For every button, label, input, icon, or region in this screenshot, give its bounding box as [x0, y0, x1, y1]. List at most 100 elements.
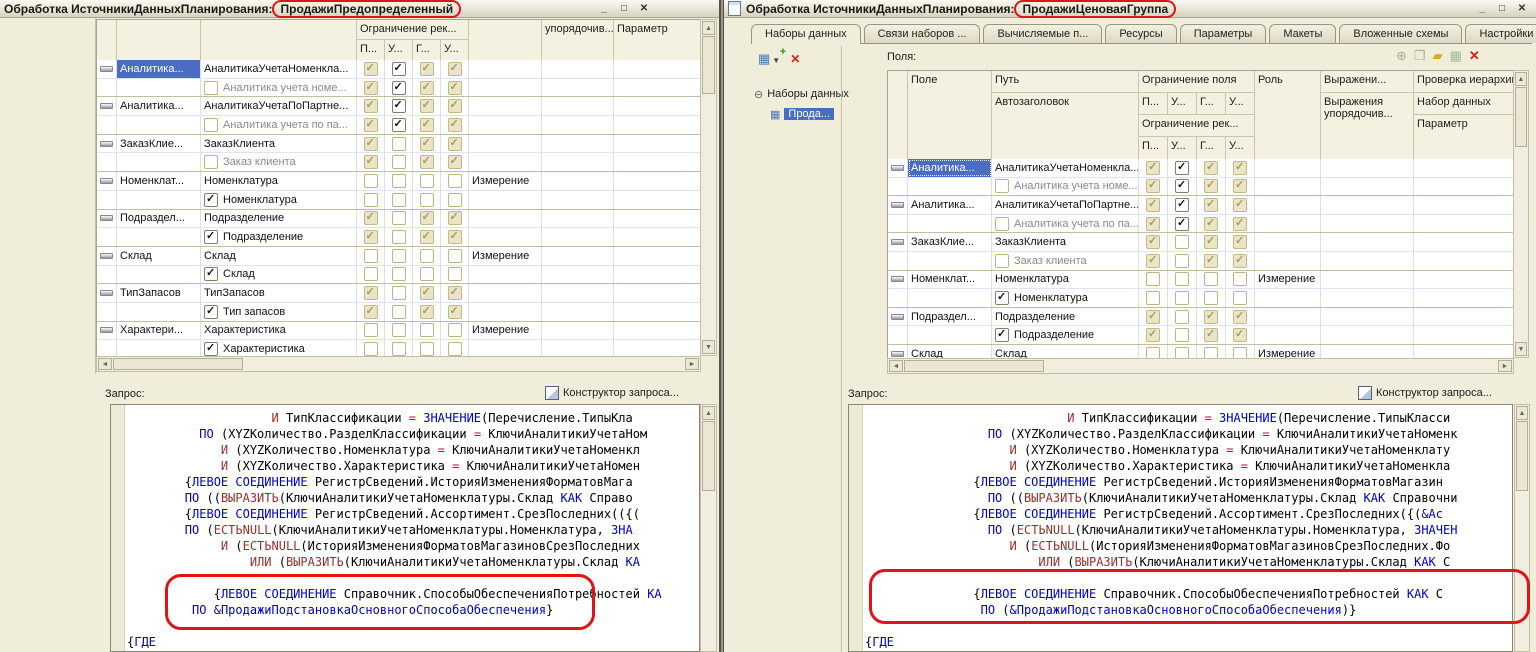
checkbox-unchecked[interactable] — [1233, 291, 1247, 305]
scroll-right-icon[interactable]: ► — [685, 358, 699, 370]
right-query-vscrollbar[interactable]: ▲ — [1514, 404, 1530, 652]
checkbox-unchecked[interactable] — [364, 249, 378, 263]
right-title-bar[interactable]: Обработка ИсточникиДанныхПланирования: П… — [724, 0, 1536, 18]
checkbox-unchecked[interactable] — [448, 323, 462, 337]
row-grip-icon[interactable] — [891, 202, 904, 208]
scroll-thumb[interactable] — [702, 421, 715, 491]
path-cell[interactable]: Подразделение — [992, 308, 1139, 326]
check-cell[interactable] — [441, 266, 469, 284]
check-cell[interactable] — [1197, 289, 1226, 307]
check-cell[interactable] — [413, 191, 441, 209]
checkbox-checked[interactable] — [204, 342, 218, 356]
checkbox-checked-disabled[interactable] — [420, 62, 434, 76]
checkbox-unchecked[interactable] — [1146, 291, 1160, 305]
checkbox-unchecked[interactable] — [364, 267, 378, 281]
check-cell[interactable] — [1197, 159, 1226, 177]
check-cell[interactable] — [1139, 345, 1168, 358]
maximize-button[interactable]: □ — [1494, 2, 1510, 15]
check-cell[interactable] — [357, 340, 385, 356]
checkbox-unchecked[interactable] — [1233, 347, 1247, 358]
checkbox-unchecked[interactable] — [420, 174, 434, 188]
scroll-up-icon[interactable]: ▲ — [702, 406, 715, 420]
checkbox-checked[interactable] — [204, 267, 218, 281]
row-grip-cell[interactable] — [97, 60, 117, 78]
checkbox-checked-disabled[interactable] — [420, 99, 434, 113]
scroll-thumb[interactable] — [1516, 421, 1528, 491]
checkbox-checked-disabled[interactable] — [1146, 235, 1160, 249]
left-query-vscrollbar[interactable]: ▲ — [700, 404, 717, 652]
check-cell[interactable] — [1197, 308, 1226, 326]
check-cell[interactable] — [413, 266, 441, 284]
field-cell[interactable]: Аналитика... — [908, 159, 992, 177]
checkbox-checked[interactable] — [204, 230, 218, 244]
minimize-button[interactable]: _ — [596, 2, 612, 15]
checkbox-checked-disabled[interactable] — [1146, 198, 1160, 212]
table-subrow[interactable]: Склад — [97, 266, 701, 285]
add-field-icon[interactable]: ⊕ — [1396, 49, 1407, 63]
check-cell[interactable] — [1139, 159, 1168, 177]
autotitle-cell[interactable]: Аналитика учета по па... — [992, 215, 1139, 233]
check-cell[interactable] — [385, 97, 413, 115]
checkbox-unchecked[interactable] — [204, 118, 218, 132]
check-cell[interactable] — [413, 303, 441, 321]
row-grip-icon[interactable] — [100, 66, 113, 72]
checkbox-checked[interactable] — [1175, 198, 1189, 212]
checkbox-unchecked[interactable] — [995, 217, 1009, 231]
checkbox-unchecked[interactable] — [1175, 235, 1189, 249]
check-cell[interactable] — [1226, 159, 1255, 177]
check-cell[interactable] — [1139, 196, 1168, 214]
path-cell[interactable]: Склад — [992, 345, 1139, 358]
tab-3[interactable]: Вычисляемые п... — [983, 24, 1102, 43]
check-cell[interactable] — [385, 322, 413, 340]
autotitle-cell[interactable]: Подразделение — [201, 228, 357, 246]
row-grip-cell[interactable] — [97, 97, 117, 115]
add-table-icon[interactable]: ▦ — [1450, 49, 1462, 63]
table-row[interactable]: ЗаказКлие...ЗаказКлиента — [888, 233, 1514, 252]
field-cell[interactable]: Подраздел... — [908, 308, 992, 326]
path-cell[interactable]: АналитикаУчетаНоменкла... — [992, 159, 1139, 177]
collapse-icon[interactable]: ⊖ — [754, 88, 763, 101]
check-cell[interactable] — [1226, 308, 1255, 326]
table-subrow[interactable]: Аналитика учета номе... — [888, 178, 1514, 197]
check-cell[interactable] — [441, 97, 469, 115]
checkbox-unchecked[interactable] — [1175, 272, 1189, 286]
check-cell[interactable] — [413, 153, 441, 171]
checkbox-checked-disabled[interactable] — [420, 81, 434, 95]
close-button[interactable]: ✕ — [1514, 2, 1530, 15]
checkbox-checked-disabled[interactable] — [1146, 310, 1160, 324]
check-cell[interactable] — [1168, 345, 1197, 358]
check-cell[interactable] — [385, 191, 413, 209]
check-cell[interactable] — [1226, 326, 1255, 344]
left-query-builder-link[interactable]: Конструктор запроса... — [545, 386, 679, 400]
scroll-thumb[interactable] — [1515, 87, 1527, 147]
checkbox-unchecked[interactable] — [1175, 328, 1189, 342]
checkbox-unchecked[interactable] — [448, 267, 462, 281]
checkbox-checked-disabled[interactable] — [448, 230, 462, 244]
checkbox-unchecked[interactable] — [1146, 347, 1160, 358]
checkbox-checked-disabled[interactable] — [1233, 217, 1247, 231]
check-cell[interactable] — [1226, 252, 1255, 270]
checkbox-checked-disabled[interactable] — [364, 137, 378, 151]
tab-1[interactable]: Наборы данных — [751, 24, 861, 44]
left-fields-table[interactable]: Аналитика...АналитикаУчетаНоменкла...Ана… — [96, 60, 701, 356]
checkbox-unchecked[interactable] — [448, 174, 462, 188]
delete-dataset-button[interactable]: ✕ — [790, 52, 800, 66]
scroll-left-icon[interactable]: ◄ — [98, 358, 112, 370]
tab-2[interactable]: Связи наборов ... — [864, 24, 981, 43]
checkbox-unchecked[interactable] — [1204, 272, 1218, 286]
check-cell[interactable] — [1226, 289, 1255, 307]
checkbox-unchecked[interactable] — [392, 249, 406, 263]
checkbox-checked-disabled[interactable] — [1233, 235, 1247, 249]
checkbox-unchecked[interactable] — [1175, 310, 1189, 324]
close-button[interactable]: ✕ — [636, 2, 652, 15]
table-subrow[interactable]: Подразделение — [97, 228, 701, 247]
scroll-left-icon[interactable]: ◄ — [889, 360, 903, 372]
check-cell[interactable] — [413, 116, 441, 134]
row-grip-cell[interactable] — [888, 345, 908, 358]
check-cell[interactable] — [413, 172, 441, 190]
check-cell[interactable] — [441, 322, 469, 340]
table-row[interactable]: Аналитика...АналитикаУчетаНоменкла... — [97, 60, 701, 79]
checkbox-checked-disabled[interactable] — [364, 211, 378, 225]
check-cell[interactable] — [441, 284, 469, 302]
check-cell[interactable] — [357, 191, 385, 209]
